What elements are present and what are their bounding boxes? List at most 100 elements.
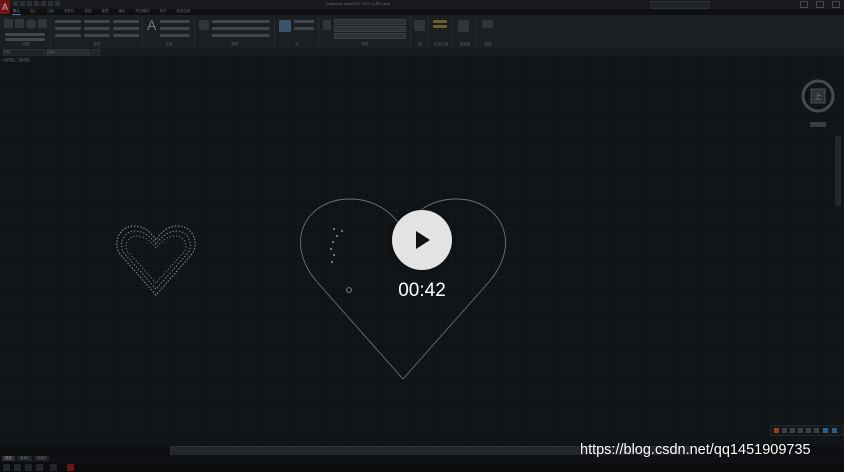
draw-tools-row-2[interactable] <box>5 38 45 41</box>
play-icon <box>416 231 430 249</box>
leader-tool-icon[interactable] <box>160 27 190 30</box>
cursor-pick-box <box>346 287 352 293</box>
circle-tool-icon[interactable] <box>26 19 36 29</box>
base-view-icon[interactable] <box>482 20 493 28</box>
color-dropdown[interactable] <box>334 19 406 25</box>
dimension-tool-icon[interactable] <box>160 20 190 23</box>
layer-dropdown[interactable] <box>212 27 270 30</box>
insert-block-icon[interactable] <box>279 20 291 32</box>
ribbon-group-utilities: 实用工具 <box>430 17 453 47</box>
window-controls <box>800 1 840 8</box>
paste-icon[interactable] <box>458 20 469 32</box>
line-tool-icon[interactable] <box>4 19 13 28</box>
ribbon-group-label: 实用工具 <box>434 42 448 46</box>
tray-icon[interactable] <box>790 428 795 433</box>
heart-dot-trail <box>329 227 344 264</box>
notification-icon[interactable] <box>774 428 779 433</box>
ribbon-group-label: 块 <box>295 42 299 46</box>
ribbon-group-annotation: A 注释 <box>144 17 195 47</box>
draw-tools-row[interactable] <box>5 33 45 36</box>
scale-tool-icon[interactable] <box>84 34 110 37</box>
maximize-icon[interactable] <box>816 1 824 8</box>
close-icon[interactable] <box>832 1 840 8</box>
layer-properties-icon[interactable] <box>199 20 209 30</box>
stretch-tool-icon[interactable] <box>55 34 81 37</box>
ribbon-group-draw: 绘图 <box>2 17 51 47</box>
search-input[interactable] <box>650 1 710 9</box>
group-icon[interactable] <box>414 20 425 31</box>
ribbon-group-label: 剪贴板 <box>459 42 471 46</box>
minimize-icon[interactable] <box>800 1 808 8</box>
ribbon-group-view: 视图 <box>478 17 498 47</box>
mirror-tool-icon[interactable] <box>84 27 110 30</box>
autocad-window: A Autodesk AutoCAD 2019 心形1.dwg 默认 插入 注释… <box>0 0 844 472</box>
lineweight-dropdown[interactable] <box>334 33 406 39</box>
network-icon[interactable] <box>832 428 837 433</box>
viewcube-face-label: 上 <box>815 92 822 101</box>
title-bar: A Autodesk AutoCAD 2019 心形1.dwg <box>0 0 844 14</box>
taskbar-app-icon[interactable] <box>14 464 21 471</box>
ribbon-panel: 绘图 修改 A 注释 图层 块 特性 组 实用工具 剪贴板 视图 <box>0 15 844 49</box>
text-tool-icon[interactable]: A <box>147 18 156 32</box>
copy-tool-icon[interactable] <box>55 27 81 30</box>
autocad-taskbar-icon[interactable] <box>67 464 74 471</box>
ribbon-group-layers: 图层 <box>196 17 275 47</box>
small-heart-drawing <box>116 225 196 296</box>
match-properties-icon[interactable] <box>323 20 331 30</box>
ribbon-group-label: 组 <box>418 42 422 46</box>
ribbon-group-label: 图层 <box>231 42 239 46</box>
polyline-tool-icon[interactable] <box>15 19 24 28</box>
file-tab-bar: 开始 心形1* <box>0 48 844 57</box>
tab-layout2[interactable]: 布局2 <box>33 456 49 461</box>
window-title: Autodesk AutoCAD 2019 心形1.dwg <box>326 1 391 6</box>
layer-controls-row[interactable] <box>212 20 270 23</box>
tab-model[interactable]: 模型 <box>2 456 15 461</box>
rotate-tool-icon[interactable] <box>84 20 110 23</box>
quick-access-toolbar <box>13 1 60 6</box>
ribbon-group-label: 绘图 <box>22 42 30 46</box>
ribbon-group-label: 注释 <box>165 42 173 46</box>
tray-icon[interactable] <box>806 428 811 433</box>
redo-icon[interactable] <box>55 1 60 6</box>
volume-icon[interactable] <box>823 428 828 433</box>
array-tool-icon[interactable] <box>113 34 139 37</box>
play-button[interactable] <box>392 210 452 270</box>
layer-tools-row[interactable] <box>212 34 270 37</box>
ribbon-group-label: 特性 <box>361 42 369 46</box>
save-icon[interactable] <box>27 1 32 6</box>
video-duration: 00:42 <box>398 280 446 301</box>
viewcube[interactable]: 上 <box>796 76 842 132</box>
measure-icon[interactable] <box>433 20 447 23</box>
move-tool-icon[interactable] <box>55 20 81 23</box>
trim-tool-icon[interactable] <box>113 20 139 23</box>
taskbar-app-icon[interactable] <box>50 464 57 471</box>
tray-icon[interactable] <box>798 428 803 433</box>
windows-taskbar <box>0 463 844 472</box>
edit-block-icon[interactable] <box>294 27 314 30</box>
table-tool-icon[interactable] <box>160 34 190 37</box>
tray-icon[interactable] <box>782 428 787 433</box>
tab-layout1[interactable]: 布局1 <box>17 456 32 461</box>
tray-icon[interactable] <box>814 428 819 433</box>
start-icon[interactable] <box>3 464 10 471</box>
ribbon-group-clipboard: 剪贴板 <box>454 17 477 47</box>
plot-icon[interactable] <box>41 1 46 6</box>
taskbar-app-icon[interactable] <box>25 464 32 471</box>
arc-tool-icon[interactable] <box>38 19 47 28</box>
new-file-icon[interactable] <box>13 1 18 6</box>
vertical-scrollbar[interactable] <box>835 136 841 206</box>
open-file-icon[interactable] <box>20 1 25 6</box>
save-as-icon[interactable] <box>34 1 39 6</box>
watermark-url: https://blog.csdn.net/qq1451909735 <box>580 442 811 458</box>
ribbon-group-label: 修改 <box>93 42 101 46</box>
autocad-logo-icon[interactable]: A <box>0 0 10 14</box>
system-tray <box>770 425 844 436</box>
measure-icon-2[interactable] <box>433 25 447 28</box>
ribbon-group-properties: 特性 <box>320 17 411 47</box>
taskbar-app-icon[interactable] <box>36 464 43 471</box>
create-block-icon[interactable] <box>294 20 314 23</box>
linetype-dropdown[interactable] <box>334 26 406 32</box>
ribbon-group-label: 视图 <box>484 42 492 46</box>
undo-icon[interactable] <box>48 1 53 6</box>
fillet-tool-icon[interactable] <box>113 27 139 30</box>
